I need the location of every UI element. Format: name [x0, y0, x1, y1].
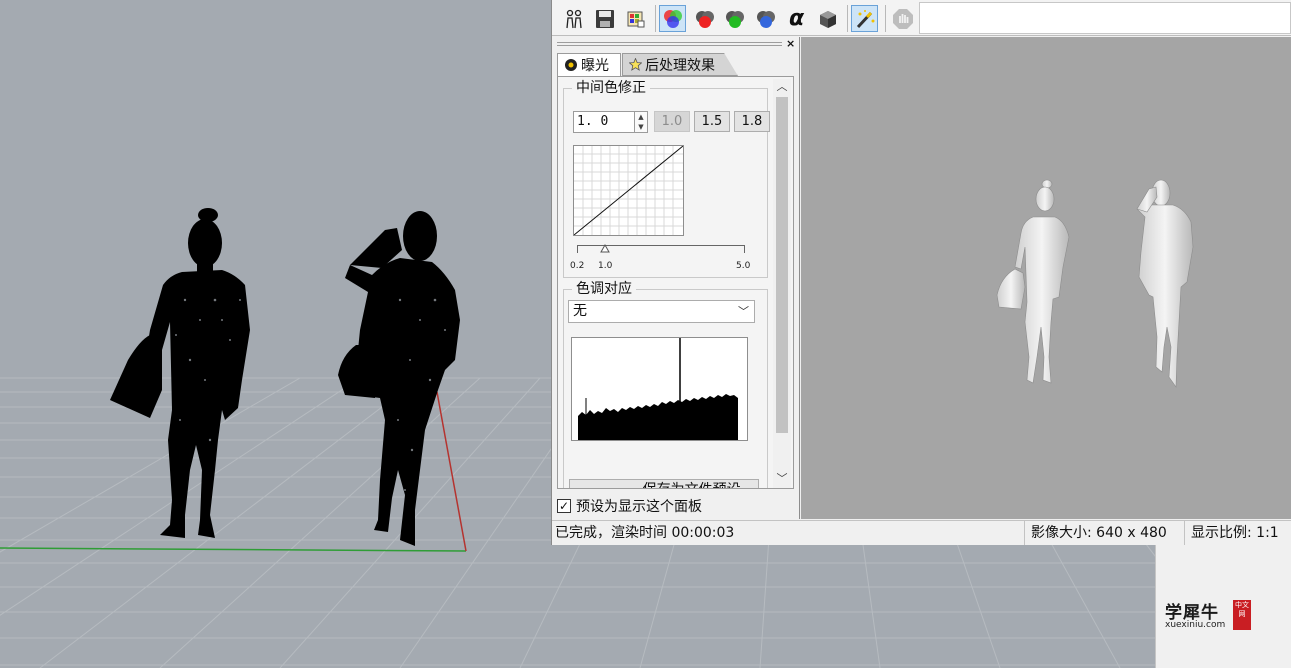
exposure-panel: × 曝光 后处理效果 中间色修正 1. 0 ▲ ▼ 1.0 1.5 1.8 0.…: [552, 37, 800, 519]
gamma-spinner[interactable]: ▲ ▼: [635, 111, 648, 133]
watermark-logo: 学犀牛 xuexiniu.com 中文网: [1165, 598, 1257, 632]
person-silhouette-man: [338, 211, 460, 546]
cube-icon[interactable]: [814, 5, 841, 32]
panel-scrollbar[interactable]: ︿ ﹀: [773, 79, 791, 488]
slider-current-label: 1.0: [598, 261, 613, 271]
render-toolbar: α: [552, 0, 1291, 36]
watermark-url: xuexiniu.com: [1165, 620, 1226, 630]
toolbar-separator: [885, 5, 886, 32]
preset-1-0-button[interactable]: 1.0: [654, 111, 690, 132]
status-bar: 已完成，渲染时间 00:00:03 影像大小: 640 x 480 显示比例: …: [552, 520, 1291, 545]
display-scale-status: 显示比例: 1:1: [1184, 521, 1291, 545]
star-icon: [629, 58, 642, 71]
tab-exposure[interactable]: 曝光: [557, 53, 621, 76]
gamma-input[interactable]: 1. 0: [573, 111, 635, 133]
palette-icon[interactable]: [622, 5, 649, 32]
chevron-down-icon[interactable]: ﹀: [773, 471, 791, 487]
default-panel-label: 预设为显示这个面板: [576, 499, 702, 515]
checkbox-box[interactable]: ✓: [557, 499, 571, 513]
red-channel-icon[interactable]: [691, 5, 718, 32]
status-message: 已完成，渲染时间 00:00:03: [555, 525, 735, 541]
green-channel-icon[interactable]: [721, 5, 748, 32]
save-preset-button[interactable]: 保存为文件预设...: [569, 479, 759, 488]
render-window: α × 曝光 后处理效果 中间色修正 1. 0 ▲ ▼ 1.0 1.5 1.8 …: [551, 0, 1291, 545]
midtone-title: 中间色修正: [572, 79, 650, 97]
blue-channel-icon[interactable]: [752, 5, 779, 32]
person-silhouette-woman: [110, 208, 250, 538]
people-icon[interactable]: [560, 5, 587, 32]
rendered-woman: [996, 179, 1070, 384]
rendered-man: [1136, 179, 1194, 388]
tone-mapping-title: 色调对应: [572, 280, 636, 298]
slider-max-label: 5.0: [736, 261, 751, 271]
watermark-seal: 中文网: [1233, 600, 1251, 630]
tone-mapping-value: 无: [573, 303, 587, 319]
slider-min-label: 0.2: [570, 261, 585, 271]
close-icon[interactable]: ×: [786, 37, 795, 51]
toolbar-blank-area: [919, 2, 1291, 34]
stop-icon[interactable]: [889, 5, 916, 32]
exposure-tab-body: 中间色修正 1. 0 ▲ ▼ 1.0 1.5 1.8 0.2 1.0 5.0 色…: [557, 76, 794, 489]
gamma-curve: [573, 145, 684, 236]
toolbar-separator: [847, 5, 848, 32]
x-axis-line: [436, 391, 467, 552]
rendered-image: [801, 37, 1291, 519]
tone-mapping-group: 色调对应 无 ﹀ 保存为文件预设...: [563, 280, 768, 488]
save-icon[interactable]: [591, 5, 618, 32]
tab-post-effects-label: 后处理效果: [645, 57, 715, 74]
scroll-thumb[interactable]: [776, 97, 788, 433]
toolbar-separator: [655, 5, 656, 32]
tone-mapping-select[interactable]: 无 ﹀: [568, 300, 755, 323]
rgb-channels-icon[interactable]: [659, 5, 686, 32]
histogram: [571, 337, 748, 441]
tab-exposure-label: 曝光: [581, 58, 609, 74]
chevron-up-icon[interactable]: ︿: [773, 79, 791, 95]
default-panel-checkbox[interactable]: ✓ 预设为显示这个面板: [557, 496, 702, 516]
panel-grip[interactable]: [557, 42, 782, 46]
exposure-icon: [565, 59, 577, 71]
alpha-icon[interactable]: α: [783, 5, 810, 32]
preset-1-8-button[interactable]: 1.8: [734, 111, 770, 132]
midtone-group: 中间色修正 1. 0 ▲ ▼ 1.0 1.5 1.8 0.2 1.0 5.0: [563, 79, 770, 278]
y-axis-line: [0, 547, 467, 552]
rendered-figures: [996, 179, 1194, 388]
magic-wand-icon[interactable]: [851, 5, 878, 32]
chevron-down-icon: ﹀: [738, 305, 749, 318]
gamma-slider-thumb[interactable]: [600, 243, 610, 253]
preset-1-5-button[interactable]: 1.5: [694, 111, 730, 132]
tab-post-effects[interactable]: 后处理效果: [622, 53, 738, 76]
image-size-status: 影像大小: 640 x 480: [1024, 521, 1184, 545]
